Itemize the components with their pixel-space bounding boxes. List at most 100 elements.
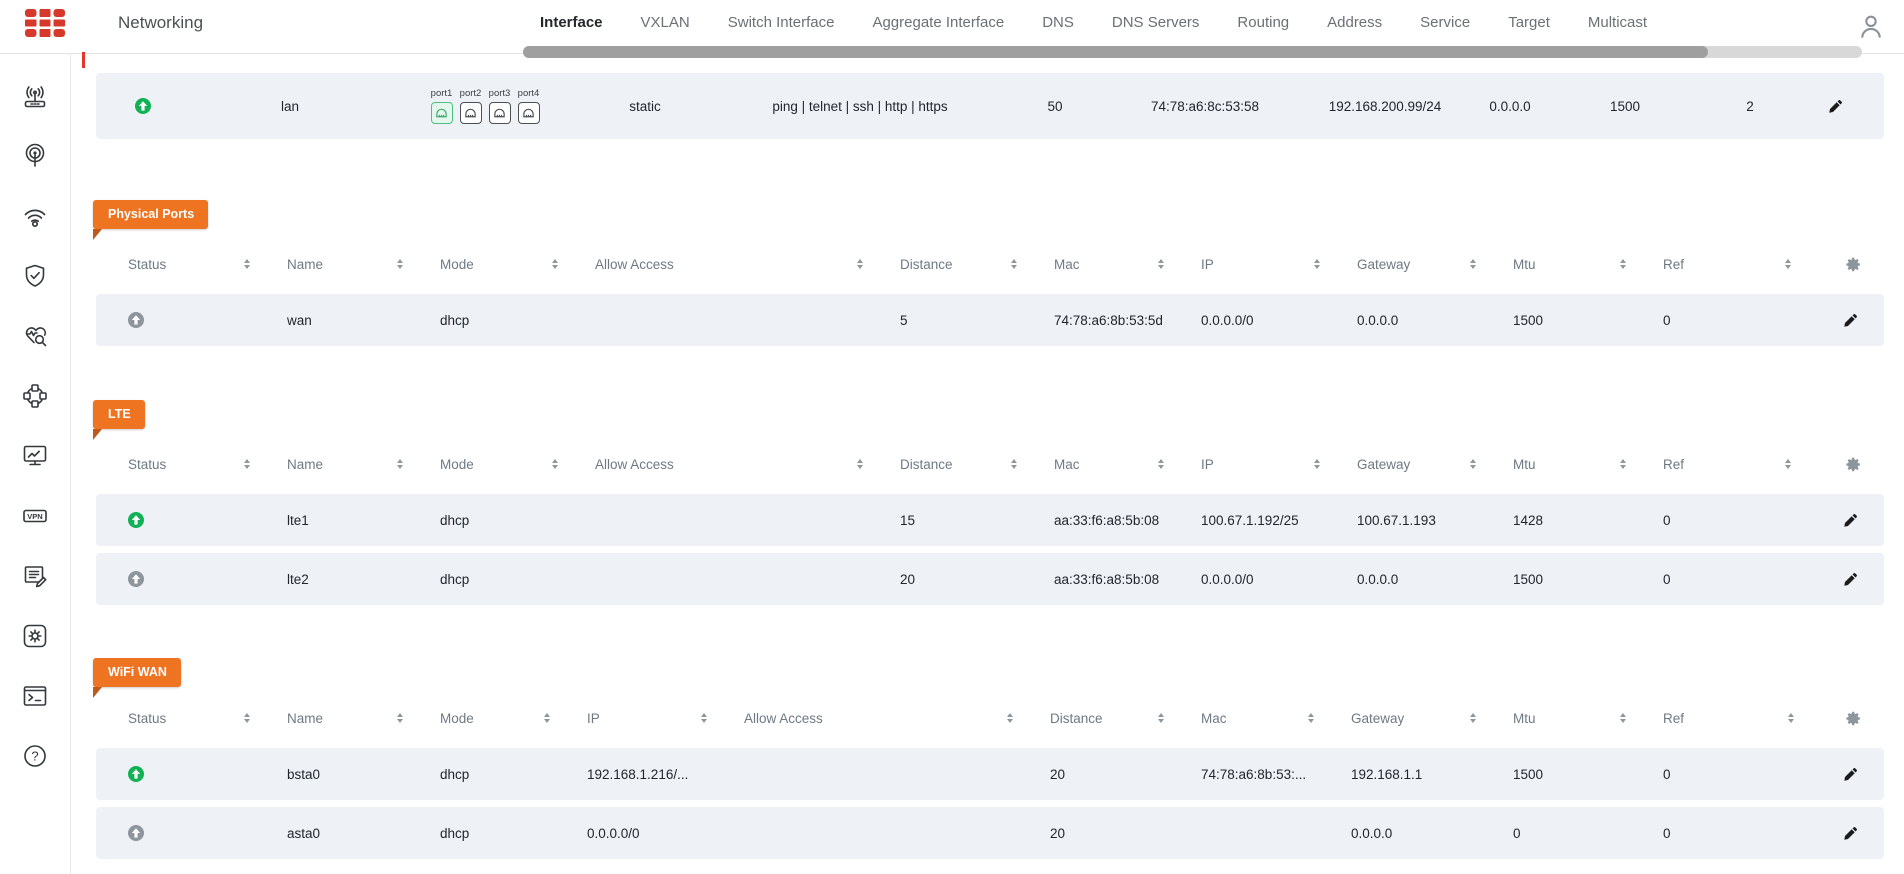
- tab-dns-servers[interactable]: DNS Servers: [1112, 14, 1200, 31]
- edit-button[interactable]: [1841, 511, 1860, 530]
- sort-icon[interactable]: [241, 456, 253, 472]
- tab-target[interactable]: Target: [1508, 14, 1550, 31]
- svg-text:VPN: VPN: [27, 512, 42, 521]
- sort-icon[interactable]: [1155, 256, 1167, 272]
- column-header: Status: [128, 456, 167, 472]
- sidebar-item-security[interactable]: [13, 262, 57, 292]
- cell-gateway: 100.67.1.193: [1357, 512, 1436, 528]
- ethernet-port-icon: [430, 102, 453, 124]
- brand-logo[interactable]: [25, 9, 65, 37]
- tab-vxlan[interactable]: VXLAN: [641, 14, 690, 31]
- sort-icon[interactable]: [394, 710, 406, 726]
- cell-mtu: 1500: [1513, 571, 1544, 587]
- status-cell: [96, 766, 255, 782]
- sort-icon[interactable]: [1155, 456, 1167, 472]
- sort-icon[interactable]: [1617, 256, 1629, 272]
- horizontal-scrollbar[interactable]: [523, 46, 1862, 58]
- help-icon: ?: [21, 742, 49, 773]
- sidebar-item-vpn[interactable]: VPN: [13, 502, 57, 532]
- sort-icon[interactable]: [1467, 710, 1479, 726]
- sort-icon[interactable]: [1617, 456, 1629, 472]
- sidebar-item-terminal[interactable]: [13, 682, 57, 712]
- tab-service[interactable]: Service: [1420, 14, 1470, 31]
- column-header: Name: [287, 256, 324, 272]
- sort-icon[interactable]: [1467, 456, 1479, 472]
- sort-icon[interactable]: [1004, 710, 1016, 726]
- sort-icon[interactable]: [241, 256, 253, 272]
- edit-cell: [1799, 765, 1884, 784]
- sort-icon[interactable]: [394, 456, 406, 472]
- status-cell: [96, 312, 255, 328]
- table-row: asta0 dhcp 0.0.0.0/0 20 0.0.0.0 0 0: [96, 807, 1884, 859]
- edit-button[interactable]: [1841, 570, 1860, 589]
- sort-icon[interactable]: [1467, 256, 1479, 272]
- column-header: Distance: [900, 456, 953, 472]
- status-up-icon: [128, 825, 144, 841]
- tab-dns[interactable]: DNS: [1042, 14, 1074, 31]
- sort-icon[interactable]: [1617, 710, 1629, 726]
- column-header: Name: [287, 456, 324, 472]
- edit-button[interactable]: [1826, 97, 1845, 116]
- cell-distance: 50: [1047, 98, 1063, 114]
- sort-icon[interactable]: [549, 256, 561, 272]
- sidebar-nav: VPN ?: [0, 54, 71, 874]
- sidebar-item-settings[interactable]: [13, 622, 57, 652]
- sort-icon[interactable]: [1008, 256, 1020, 272]
- column-header: Name: [287, 710, 324, 726]
- tab-routing[interactable]: Routing: [1237, 14, 1289, 31]
- sidebar-item-broadcast[interactable]: [13, 142, 57, 172]
- pencil-icon: [1843, 313, 1858, 330]
- ethernet-port-icon: [517, 102, 540, 124]
- sort-icon[interactable]: [241, 710, 253, 726]
- table-row: wan dhcp 5 74:78:a6:8b:53:5d 0.0.0.0/0 0…: [96, 294, 1884, 346]
- sort-icon[interactable]: [549, 456, 561, 472]
- main-content: lan port1 port2 port3 port4 static ping …: [71, 54, 1904, 874]
- edit-cell: [1796, 570, 1884, 589]
- cell-mtu: 0: [1513, 825, 1521, 841]
- sort-icon[interactable]: [541, 710, 553, 726]
- column-settings-button[interactable]: [1845, 710, 1862, 727]
- sort-icon[interactable]: [394, 256, 406, 272]
- sort-icon[interactable]: [854, 456, 866, 472]
- edit-button[interactable]: [1841, 311, 1860, 330]
- sidebar-item-monitoring[interactable]: [13, 442, 57, 472]
- cell-ip: 0.0.0.0/0: [587, 825, 640, 841]
- sidebar-item-wireless-router[interactable]: [13, 82, 57, 112]
- tab-aggregate-interface[interactable]: Aggregate Interface: [872, 14, 1004, 31]
- sort-icon[interactable]: [698, 710, 710, 726]
- cell-mode: dhcp: [440, 512, 470, 528]
- sort-icon[interactable]: [1785, 710, 1797, 726]
- tab-switch-interface[interactable]: Switch Interface: [728, 14, 835, 31]
- sort-icon[interactable]: [854, 256, 866, 272]
- sidebar-item-help[interactable]: ?: [13, 742, 57, 772]
- broadcast-antenna-icon: [21, 142, 49, 173]
- column-settings-button[interactable]: [1845, 256, 1862, 273]
- edit-button[interactable]: [1841, 765, 1860, 784]
- sidebar-item-wifi[interactable]: [13, 202, 57, 232]
- sidebar-item-logs[interactable]: [13, 562, 57, 592]
- cell-distance: 15: [900, 512, 916, 528]
- section-badge: LTE: [93, 400, 145, 440]
- tab-multicast[interactable]: Multicast: [1588, 14, 1647, 31]
- user-account-button[interactable]: [1856, 12, 1886, 42]
- column-settings-button[interactable]: [1845, 456, 1862, 473]
- sort-icon[interactable]: [1311, 256, 1323, 272]
- port-label: port2: [459, 88, 482, 99]
- sort-icon[interactable]: [1155, 710, 1167, 726]
- sort-icon[interactable]: [1782, 456, 1794, 472]
- section-badge: WiFi WAN: [93, 658, 181, 698]
- sort-icon[interactable]: [1305, 710, 1317, 726]
- tab-interface[interactable]: Interface: [540, 14, 603, 31]
- horizontal-scrollbar-thumb[interactable]: [523, 46, 1708, 58]
- sort-icon[interactable]: [1311, 456, 1323, 472]
- sort-icon[interactable]: [1782, 256, 1794, 272]
- column-header: Allow Access: [595, 256, 674, 272]
- tab-address[interactable]: Address: [1327, 14, 1382, 31]
- status-cell: [96, 825, 255, 841]
- sort-icon[interactable]: [1008, 456, 1020, 472]
- sidebar-item-network-topology[interactable]: [13, 382, 57, 412]
- sidebar-item-health-check[interactable]: [13, 322, 57, 352]
- edit-button[interactable]: [1841, 824, 1860, 843]
- status-up-icon: [128, 512, 144, 528]
- column-header: Status: [128, 710, 167, 726]
